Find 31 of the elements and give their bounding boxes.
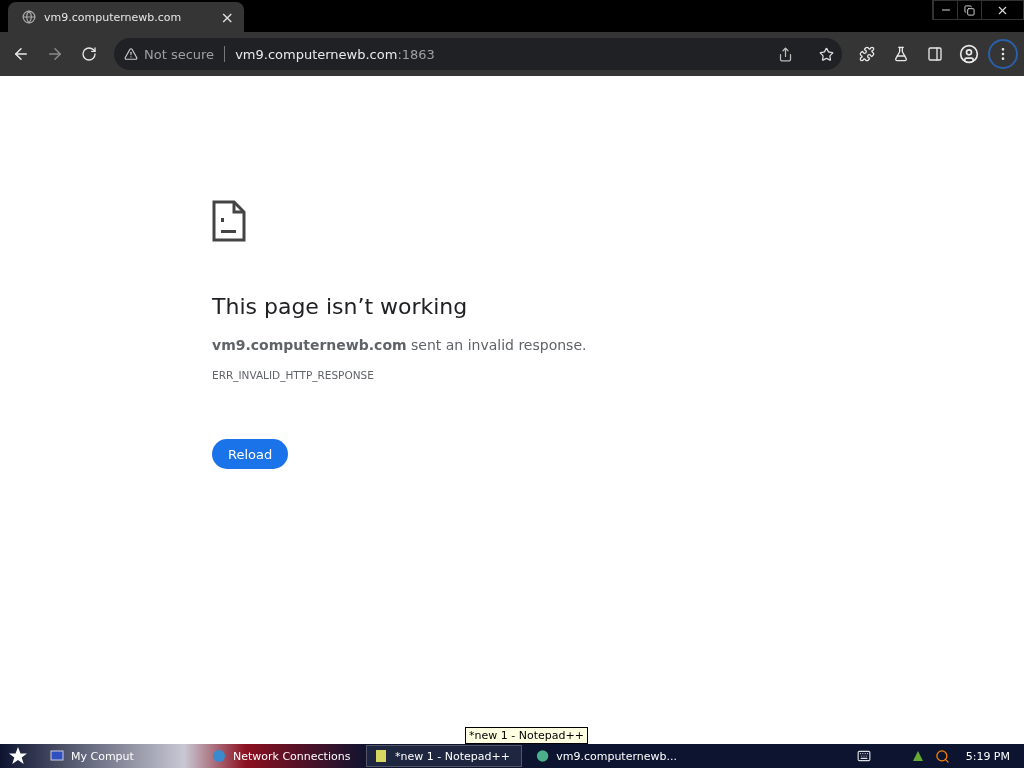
flask-icon — [893, 46, 909, 62]
monitor-icon — [49, 748, 65, 764]
error-title: This page isn’t working — [212, 294, 468, 319]
warning-icon — [124, 47, 138, 61]
taskbar-item[interactable]: My Comput — [42, 745, 198, 767]
error-message: vm9.computernewb.com sent an invalid response. — [212, 337, 587, 353]
magnifier-icon[interactable] — [934, 748, 950, 764]
tab-close-button[interactable]: × — [220, 7, 234, 27]
profile-icon — [959, 44, 979, 64]
keyboard-icon[interactable] — [856, 749, 871, 763]
side-panel-icon — [927, 46, 943, 62]
bookmark-star-icon[interactable] — [819, 46, 834, 62]
restore-icon — [964, 4, 975, 16]
url-text: vm9.computernewb.com:1863 — [235, 46, 436, 62]
tooltip: *new 1 - Notepad++ — [465, 727, 588, 744]
forward-arrow-icon — [46, 45, 64, 63]
sad-document-icon — [212, 200, 246, 242]
security-label: Not secure — [144, 46, 215, 62]
taskbar-item[interactable]: *new 1 - Notepad++ — [366, 745, 522, 767]
share-icon[interactable] — [778, 46, 793, 62]
tab-title: vm9.computernewb.com — [44, 10, 183, 24]
star-icon[interactable] — [8, 746, 28, 766]
browser-tab[interactable]: vm9.computernewb.com × — [8, 2, 244, 32]
reload-icon — [81, 46, 97, 62]
puzzle-icon — [859, 46, 875, 62]
address-bar[interactable]: Not secure vm9.computernewb.com:1863 — [114, 38, 842, 70]
reload-page-button[interactable]: Reload — [212, 439, 289, 469]
error-code: ERR_INVALID_HTTP_RESPONSE — [212, 369, 374, 381]
taskbar-item[interactable]: Network Connections — [204, 745, 360, 767]
clock: 5:19 PM — [965, 749, 1010, 763]
taskbar-item[interactable]: vm9.computernewb... — [528, 745, 684, 767]
